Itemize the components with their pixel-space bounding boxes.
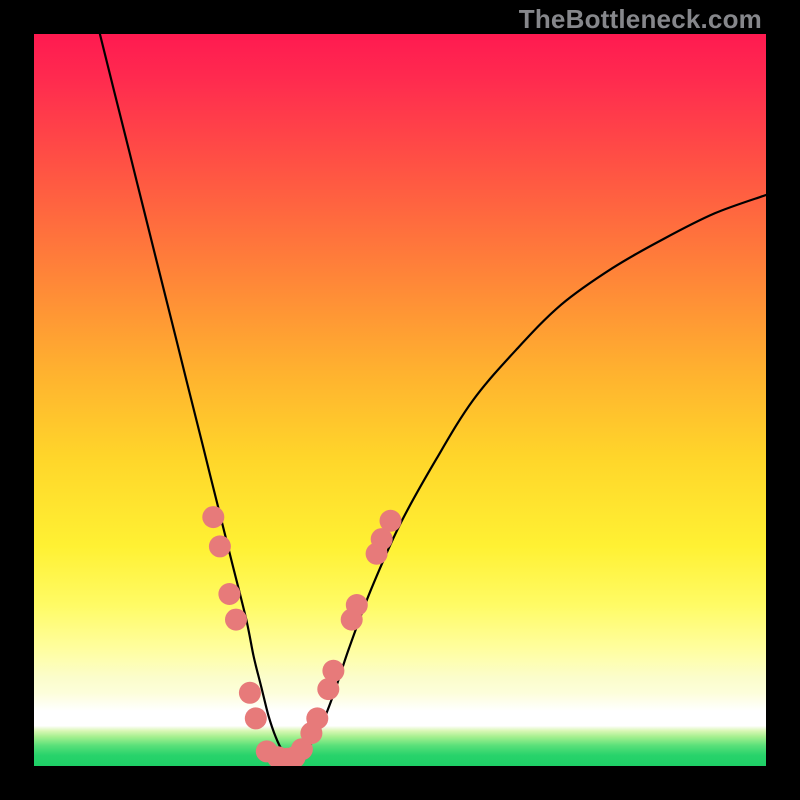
data-marker bbox=[245, 707, 267, 729]
chart-svg bbox=[34, 34, 766, 766]
data-marker bbox=[380, 510, 402, 532]
data-marker bbox=[306, 707, 328, 729]
data-marker bbox=[202, 506, 224, 528]
marker-group bbox=[202, 506, 401, 766]
data-marker bbox=[225, 609, 247, 631]
data-marker bbox=[209, 535, 231, 557]
watermark-label: TheBottleneck.com bbox=[519, 4, 762, 35]
data-marker bbox=[218, 583, 240, 605]
bottleneck-curve bbox=[100, 34, 766, 759]
data-marker bbox=[239, 682, 261, 704]
data-marker bbox=[346, 594, 368, 616]
chart-frame: TheBottleneck.com bbox=[0, 0, 800, 800]
data-marker bbox=[322, 660, 344, 682]
